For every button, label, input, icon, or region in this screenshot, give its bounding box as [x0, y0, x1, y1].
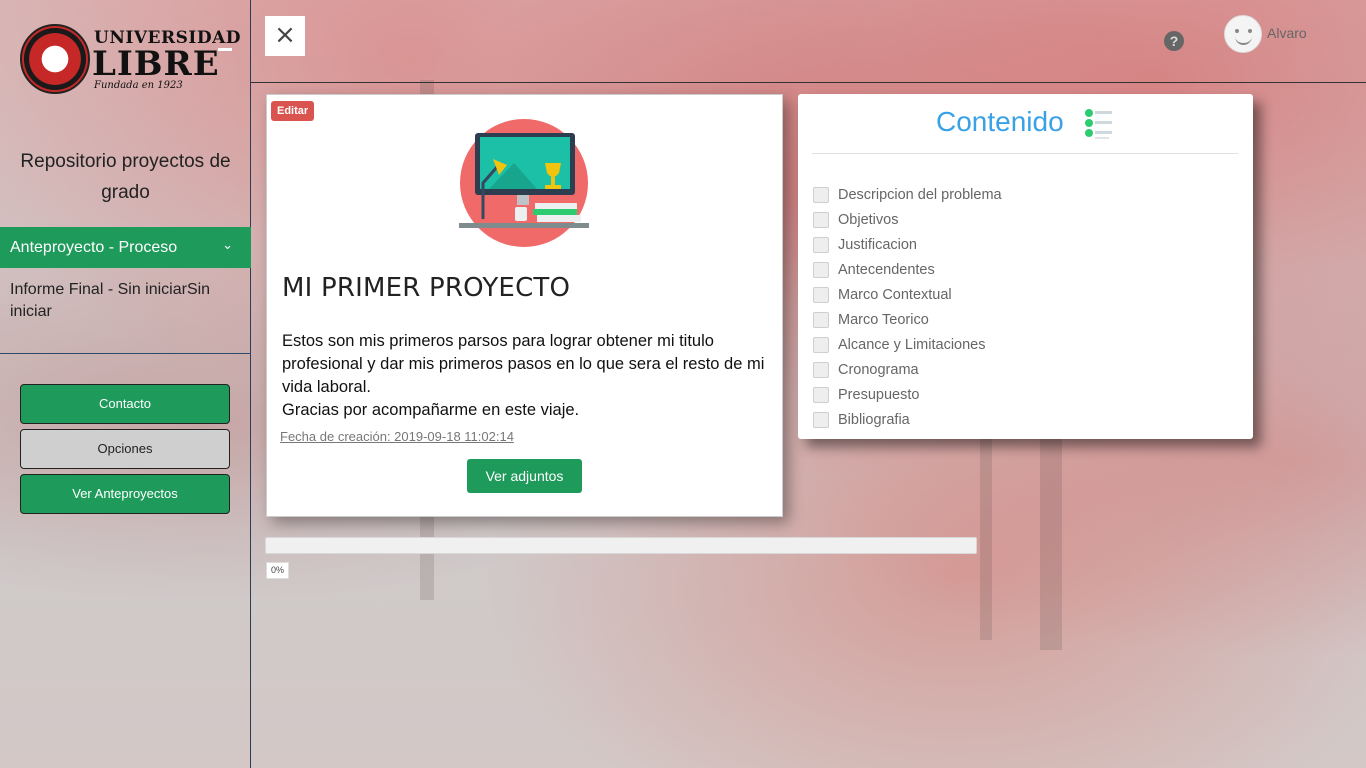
ver-anteproyectos-button[interactable]: Ver Anteproyectos — [20, 474, 230, 514]
checkbox[interactable] — [813, 411, 829, 428]
close-icon: × — [274, 20, 296, 50]
user-name[interactable]: Alvaro — [1267, 25, 1307, 41]
checklist-item[interactable]: Marco Teorico — [813, 307, 1002, 332]
checklist-label: Objetivos — [838, 211, 899, 228]
checklist-item[interactable]: Antecendentes — [813, 257, 1002, 282]
checklist-item[interactable]: Presupuesto — [813, 382, 1002, 407]
sidebar-divider — [0, 353, 251, 354]
logo-divider — [218, 48, 232, 51]
sidebar-item-anteproyecto[interactable]: Anteproyecto - Proceso ⌄ — [0, 227, 251, 268]
checklist-item[interactable]: Cronograma — [813, 357, 1002, 382]
logo-main-text: LIBRE — [92, 44, 220, 84]
checklist-label: Justificacion — [838, 236, 917, 253]
checklist-label: Alcance y Limitaciones — [838, 336, 986, 353]
project-title: MI PRIMER PROYECTO — [282, 273, 571, 303]
checklist-label: Descripcion del problema — [838, 186, 1002, 203]
edit-button[interactable]: Editar — [271, 101, 315, 121]
content-checklist: Descripcion del problema Objetivos Justi… — [813, 182, 1002, 432]
contacto-button[interactable]: Contacto — [20, 384, 230, 424]
content-card: Contenido Descripcion del problema Objet… — [798, 94, 1253, 439]
content-divider — [812, 153, 1238, 154]
checklist-label: Bibliografia — [838, 411, 910, 428]
checkbox[interactable] — [813, 211, 829, 228]
header-divider — [251, 82, 1366, 83]
opciones-button[interactable]: Opciones — [20, 429, 230, 469]
checkbox[interactable] — [813, 386, 829, 403]
checklist-item[interactable]: Bibliografia — [813, 407, 1002, 432]
checklist-item[interactable]: Descripcion del problema — [813, 182, 1002, 207]
chevron-down-icon: ⌄ — [222, 237, 233, 252]
checkbox[interactable] — [813, 186, 829, 203]
progress-label: 0% — [266, 562, 289, 579]
logo-sub-text: Fundada en 1923 — [94, 80, 183, 91]
checklist-label: Marco Teorico — [838, 311, 929, 328]
project-description: Estos son mis primeros parsos para logra… — [282, 330, 772, 422]
avatar[interactable] — [1224, 15, 1262, 53]
close-button[interactable]: × — [265, 16, 305, 56]
help-icon[interactable]: ? — [1164, 31, 1184, 51]
content-title: Contenido — [936, 106, 1064, 137]
creation-date: Fecha de creación: 2019-09-18 11:02:14 — [280, 429, 514, 444]
checkbox[interactable] — [813, 361, 829, 378]
university-seal-icon — [20, 24, 90, 94]
project-card: Editar MI PRIMER PROYECTO Estos son mis … — [266, 94, 783, 517]
checklist-label: Antecendentes — [838, 261, 935, 278]
checklist-item[interactable]: Justificacion — [813, 232, 1002, 257]
checklist-item[interactable]: Alcance y Limitaciones — [813, 332, 1002, 357]
sidebar-item-label: Anteproyecto - Proceso — [10, 239, 178, 256]
description-line: Estos son mis primeros parsos para logra… — [282, 332, 765, 396]
desk-illustration-icon — [459, 119, 589, 247]
checkbox[interactable] — [813, 286, 829, 303]
sidebar: UNIVERSIDAD LIBRE Fundada en 1923 Reposi… — [0, 0, 251, 768]
checkbox[interactable] — [813, 311, 829, 328]
checklist-icon — [1085, 109, 1112, 139]
background-tree — [980, 420, 992, 640]
checkbox[interactable] — [813, 236, 829, 253]
description-line: Gracias por acompañarme en este viaje. — [282, 401, 580, 419]
checkbox[interactable] — [813, 261, 829, 278]
university-logo[interactable]: UNIVERSIDAD LIBRE Fundada en 1923 — [18, 22, 241, 96]
view-attachments-button[interactable]: Ver adjuntos — [467, 459, 582, 493]
checklist-item[interactable]: Objetivos — [813, 207, 1002, 232]
checkbox[interactable] — [813, 336, 829, 353]
checklist-label: Cronograma — [838, 361, 919, 378]
repository-title: Repositorio proyectos de grado — [20, 151, 231, 203]
progress-bar — [265, 537, 977, 554]
sidebar-item-informe-final[interactable]: Informe Final - Sin iniciarSin iniciar — [10, 279, 240, 323]
checklist-item[interactable]: Marco Contextual — [813, 282, 1002, 307]
checklist-label: Marco Contextual — [838, 286, 952, 303]
checklist-label: Presupuesto — [838, 386, 920, 403]
